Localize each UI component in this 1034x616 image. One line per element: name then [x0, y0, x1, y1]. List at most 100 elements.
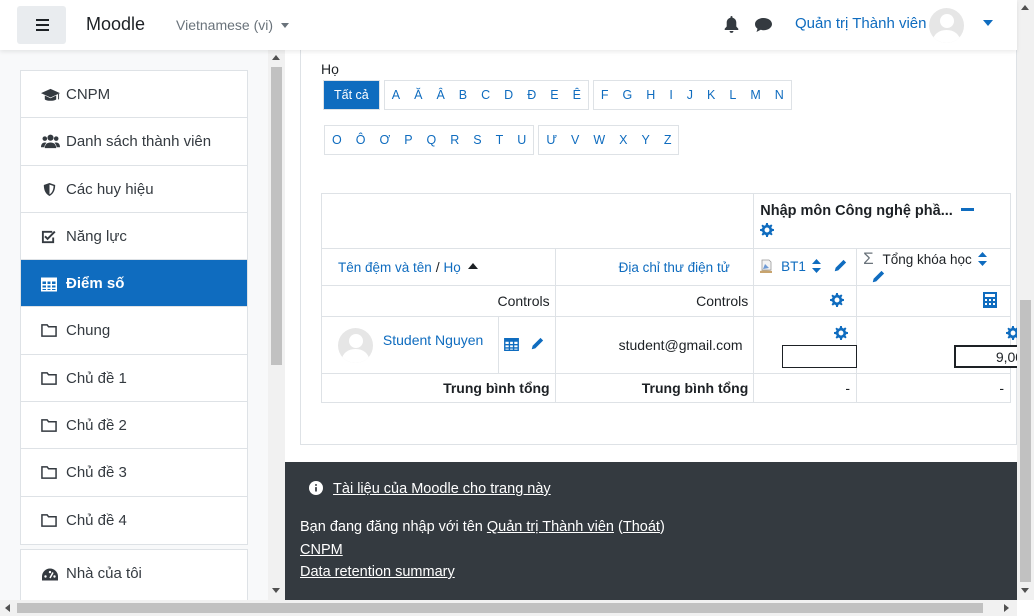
filter-letter-button[interactable]: U	[510, 126, 533, 154]
filter-letter-button[interactable]: X	[612, 126, 634, 154]
avatar[interactable]	[338, 327, 373, 363]
sort-surname-link[interactable]: Họ	[443, 260, 460, 275]
filter-letters-u-z: ƯVWXYZ	[538, 125, 680, 155]
caret-down-icon	[281, 23, 290, 28]
filter-letter-button[interactable]: H	[639, 81, 662, 109]
filter-letter-button[interactable]: T	[489, 126, 511, 154]
filter-letter-button[interactable]: C	[474, 81, 497, 109]
sort-updown-icon[interactable]	[811, 259, 821, 276]
scroll-left-arrow-icon[interactable]	[5, 604, 10, 612]
sidebar-item-course[interactable]: CNPM	[21, 71, 247, 119]
moodle-docs-link[interactable]: Tài liệu của Moodle cho trang này	[333, 481, 551, 497]
sidebar-item-topic-2[interactable]: Chủ đề 2	[21, 402, 247, 450]
user-menu-caret-icon[interactable]	[983, 20, 993, 26]
filter-letter-button[interactable]: R	[443, 126, 466, 154]
sort-firstname-link[interactable]: Tên đệm và tên	[338, 260, 432, 275]
logged-user-link[interactable]: Quản trị Thành viên	[487, 519, 614, 535]
filter-letter-button[interactable]: Ă	[407, 81, 429, 109]
gear-icon[interactable]	[830, 292, 845, 307]
user-name[interactable]: Quản trị Thành viên	[795, 15, 926, 32]
surname-filter-row-1: Tất cả AĂÂBCDĐEÊ FGHIJKLMN	[323, 80, 796, 110]
sidebar-item-badges[interactable]: Các huy hiệu	[21, 166, 247, 213]
filter-letter-button[interactable]: Ô	[349, 126, 373, 154]
filter-letter-button[interactable]: Ư	[539, 126, 564, 154]
filter-letter-button[interactable]: Q	[420, 126, 444, 154]
filter-letter-button[interactable]: N	[768, 81, 791, 109]
sidebar-item-topic-4[interactable]: Chủ đề 4	[21, 497, 247, 544]
gear-icon[interactable]	[760, 223, 775, 237]
filter-letter-button[interactable]: E	[543, 81, 565, 109]
scroll-down-arrow-icon[interactable]	[1021, 588, 1029, 593]
filter-letter-button[interactable]: Â	[429, 81, 451, 109]
filter-letter-button[interactable]: M	[743, 81, 767, 109]
sidebar-item-participants[interactable]: Danh sách thành viên	[21, 118, 247, 166]
filter-letter-button[interactable]: B	[452, 81, 474, 109]
course-footer-line: CNPM	[300, 542, 343, 558]
logout-link[interactable]: Thoát	[623, 519, 660, 535]
bell-icon[interactable]	[724, 16, 739, 33]
course-home-link[interactable]: CNPM	[300, 542, 343, 558]
total-controls-cell	[856, 285, 1011, 317]
filter-letter-button[interactable]: V	[564, 126, 586, 154]
filter-letter-button[interactable]: F	[594, 81, 616, 109]
language-menu[interactable]: Vietnamese (vi)	[176, 17, 290, 33]
drawer-scrollbar-thumb[interactable]	[271, 67, 282, 365]
calculator-icon[interactable]	[983, 291, 997, 308]
filter-letter-button[interactable]: Ơ	[372, 126, 397, 154]
bt1-grade-input[interactable]	[782, 345, 858, 368]
folder-icon	[41, 324, 57, 338]
surname-filter-label: Họ	[321, 61, 339, 77]
page-vertical-scrollbar-thumb[interactable]	[1020, 300, 1031, 582]
sort-email-link[interactable]: Địa chỉ thư điện tử	[619, 260, 730, 275]
filter-all-button[interactable]: Tất cả	[324, 81, 379, 109]
student-name-link[interactable]: Student Nguyen	[383, 332, 483, 348]
filter-letter-button[interactable]: S	[466, 126, 488, 154]
avatar[interactable]	[929, 8, 964, 43]
student-email: student@gmail.com	[618, 337, 743, 353]
filter-letter-button[interactable]: Y	[635, 126, 657, 154]
scroll-up-arrow-icon[interactable]	[1021, 5, 1029, 10]
filter-letter-button[interactable]: J	[680, 81, 700, 109]
gear-icon[interactable]	[834, 326, 849, 340]
bt1-link[interactable]: BT1	[781, 259, 806, 274]
site-brand[interactable]: Moodle	[86, 14, 145, 35]
filter-letter-button[interactable]: D	[497, 81, 520, 109]
table-icon[interactable]	[504, 337, 519, 351]
filter-letter-button[interactable]: O	[325, 126, 349, 154]
collapse-minus-icon[interactable]	[960, 208, 974, 211]
bt1-controls-cell	[753, 285, 858, 317]
folder-icon	[41, 466, 57, 480]
filter-letter-button[interactable]: Ê	[566, 81, 588, 109]
sidebar-item-general[interactable]: Chung	[21, 307, 247, 355]
student-cell: Student Nguyen	[320, 316, 500, 374]
filter-letter-button[interactable]: I	[662, 81, 679, 109]
pencil-icon[interactable]	[871, 270, 885, 284]
data-retention-link[interactable]: Data retention summary	[300, 564, 455, 580]
sidebar-item-grades[interactable]: Điểm số	[21, 260, 247, 308]
scroll-down-arrow-icon[interactable]	[272, 588, 280, 593]
sidebar-item-topic-3[interactable]: Chủ đề 3	[21, 449, 247, 497]
filter-letter-button[interactable]: Đ	[520, 81, 543, 109]
filter-letter-button[interactable]: K	[700, 81, 722, 109]
sidebar-item-topic-1[interactable]: Chủ đề 1	[21, 355, 247, 403]
page-horizontal-scrollbar-thumb[interactable]	[17, 603, 983, 613]
sidebar-item-competencies[interactable]: Năng lực	[21, 213, 247, 261]
filter-letter-button[interactable]: L	[722, 81, 743, 109]
sidebar-item-dashboard[interactable]: Nhà của tôi	[21, 550, 247, 597]
category-name: Nhập môn Công nghệ phầ...	[760, 203, 953, 219]
grader-table: Nhập môn Công nghệ phầ... Tên đệm và tên…	[320, 193, 1030, 403]
filter-letter-button[interactable]: G	[616, 81, 640, 109]
sidebar-item-label: CNPM	[66, 86, 111, 103]
pencil-icon[interactable]	[530, 337, 544, 351]
sort-updown-icon[interactable]	[977, 252, 987, 269]
filter-all-group: Tất cả	[323, 80, 380, 110]
pencil-icon[interactable]	[833, 259, 847, 273]
filter-letter-button[interactable]: Z	[657, 126, 679, 154]
filter-letter-button[interactable]: P	[397, 126, 419, 154]
scroll-right-arrow-icon[interactable]	[1004, 604, 1009, 612]
menu-toggle-button[interactable]	[17, 6, 66, 44]
filter-letter-button[interactable]: W	[586, 126, 612, 154]
scroll-up-arrow-icon[interactable]	[272, 55, 280, 60]
filter-letter-button[interactable]: A	[385, 81, 407, 109]
chat-icon[interactable]	[755, 18, 772, 32]
